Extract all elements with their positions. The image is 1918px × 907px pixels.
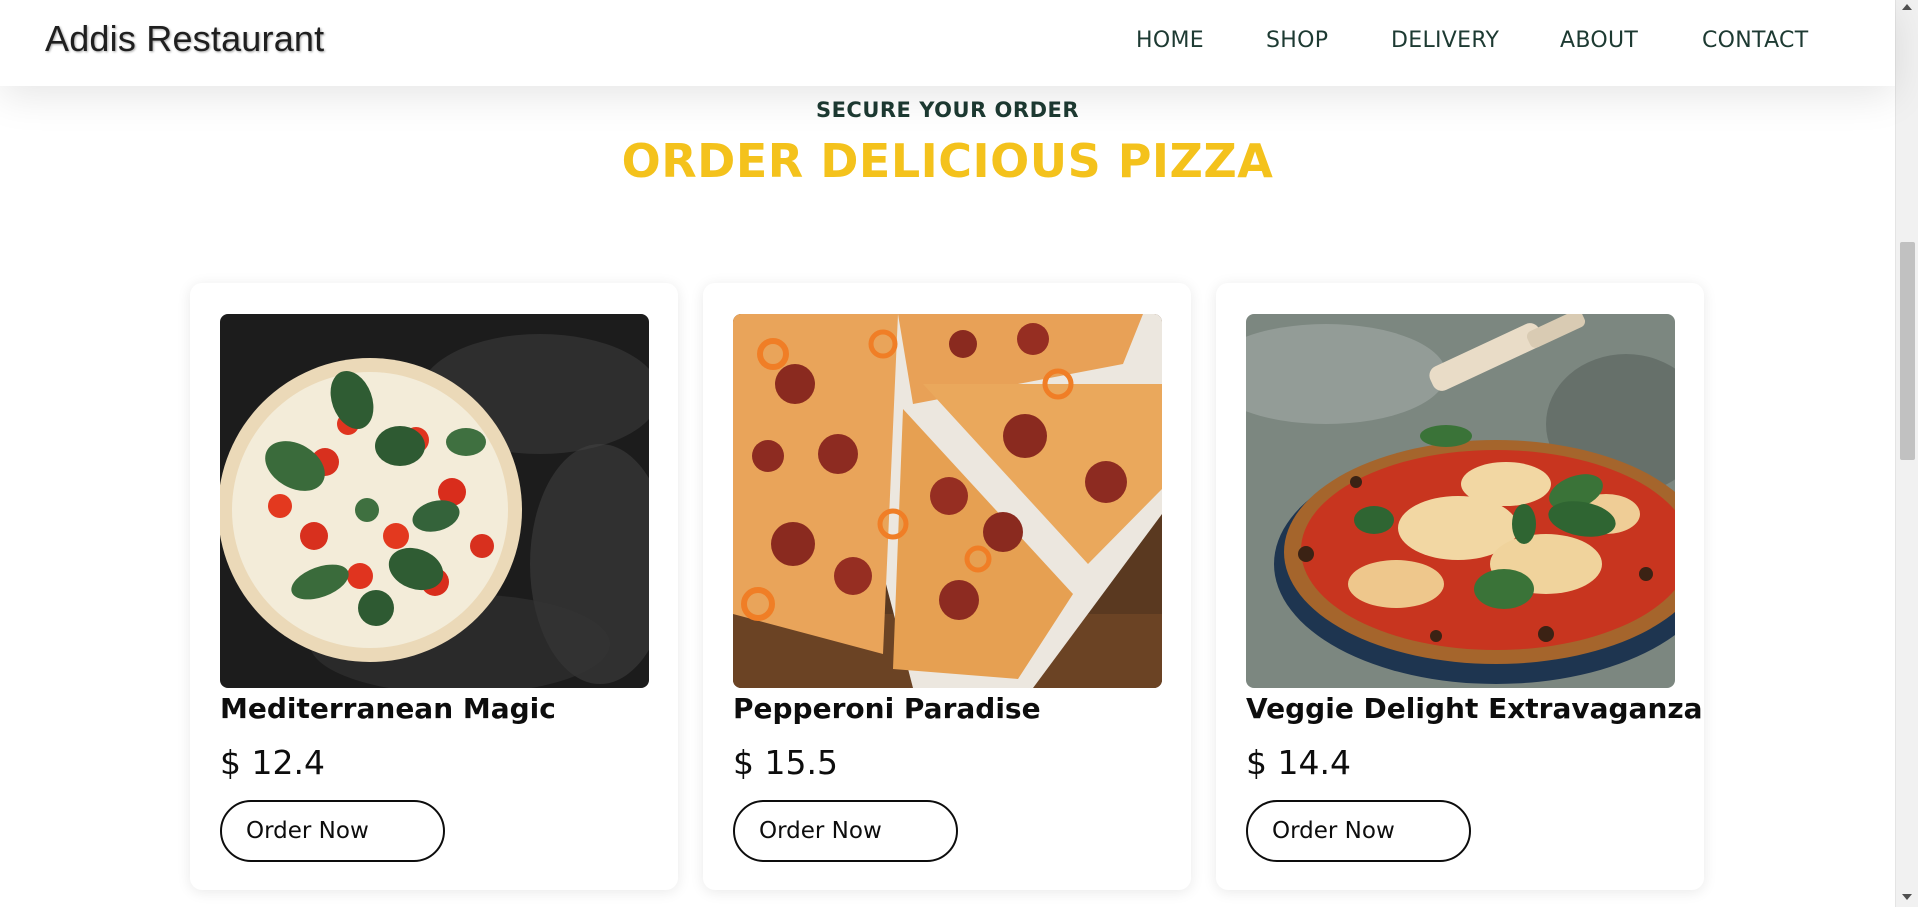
product-card: Pepperoni Paradise $ 15.5 Order Now (703, 283, 1191, 890)
product-name: Pepperoni Paradise (733, 692, 1041, 725)
product-card: Mediterranean Magic $ 12.4 Order Now (190, 283, 678, 890)
nav-about[interactable]: ABOUT (1560, 28, 1638, 53)
nav-contact[interactable]: CONTACT (1702, 28, 1808, 53)
scroll-up-arrow-icon[interactable] (1902, 4, 1912, 10)
nav-delivery[interactable]: DELIVERY (1391, 28, 1499, 53)
pizza-pepperoni-photo (733, 314, 1162, 688)
order-now-button[interactable]: Order Now (1246, 800, 1471, 862)
site-header: Addis Restaurant HOME SHOP DELIVERY ABOU… (0, 0, 1895, 86)
order-now-button[interactable]: Order Now (733, 800, 958, 862)
pizza-margherita-photo (220, 314, 649, 688)
pizza-neapolitan-photo (1246, 314, 1675, 688)
product-image (220, 314, 649, 688)
scroll-thumb[interactable] (1900, 242, 1915, 460)
product-price: $ 14.4 (1246, 743, 1351, 782)
order-now-button[interactable]: Order Now (220, 800, 445, 862)
section-heading: ORDER DELICIOUS PIZZA (621, 134, 1274, 188)
product-name: Veggie Delight Extravaganza (1246, 692, 1703, 725)
nav-shop[interactable]: SHOP (1266, 28, 1328, 53)
section-subheading: SECURE YOUR ORDER (815, 98, 1080, 122)
product-price: $ 12.4 (220, 743, 325, 782)
scroll-down-arrow-icon[interactable] (1902, 894, 1912, 900)
main-nav: HOME SHOP DELIVERY ABOUT CONTACT (0, 28, 1895, 58)
product-name: Mediterranean Magic (220, 692, 556, 725)
product-card: Veggie Delight Extravaganza $ 14.4 Order… (1216, 283, 1704, 890)
product-image (1246, 314, 1675, 688)
product-image (733, 314, 1162, 688)
page-scrollbar[interactable] (1895, 0, 1918, 907)
nav-home[interactable]: HOME (1136, 28, 1204, 53)
product-price: $ 15.5 (733, 743, 838, 782)
